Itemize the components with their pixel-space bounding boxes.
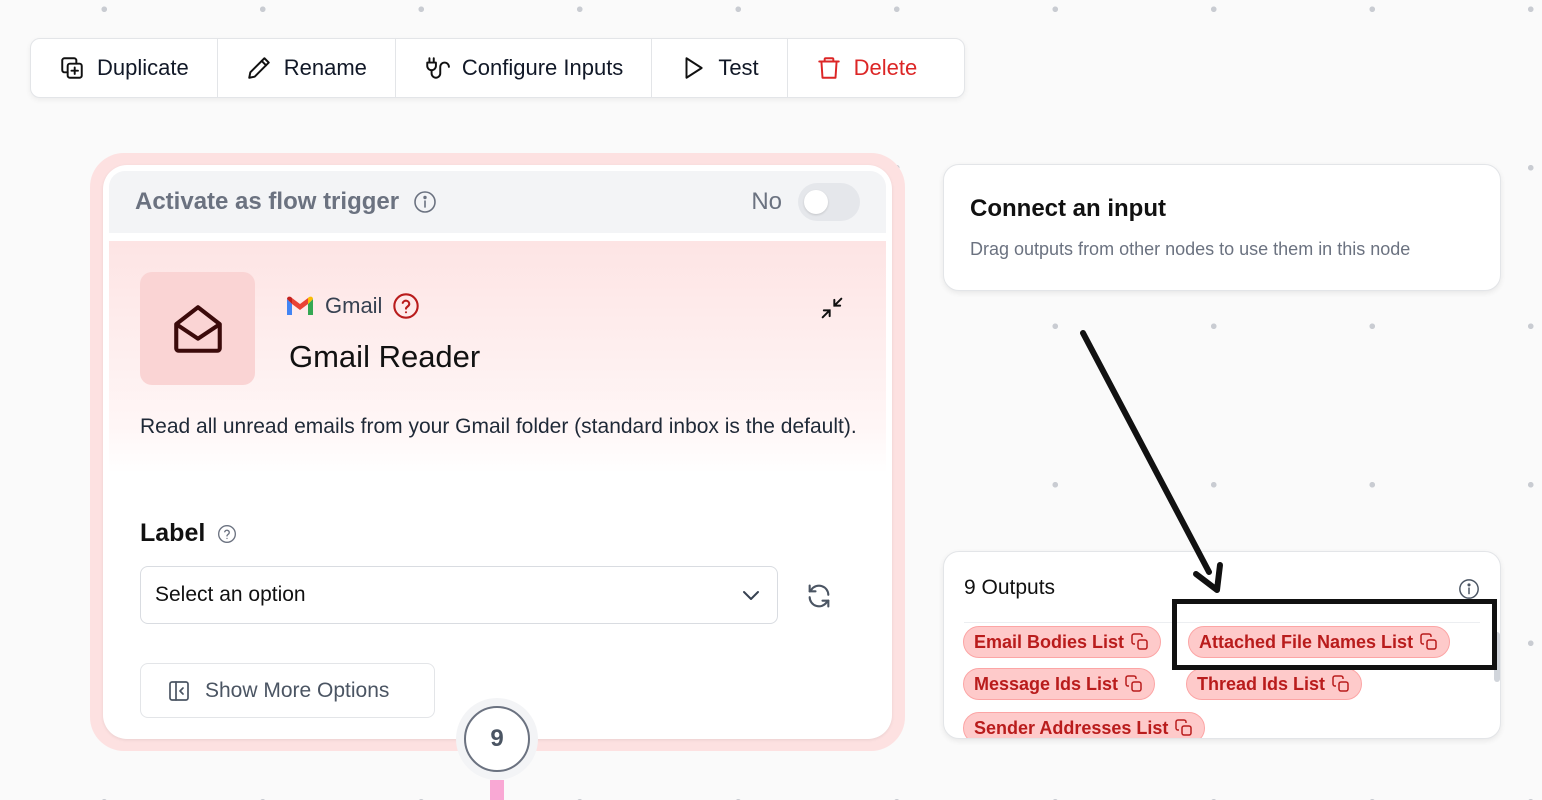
plug-icon — [426, 57, 450, 79]
output-chip-label: Thread Ids List — [1197, 673, 1326, 694]
show-more-options-label: Show More Options — [205, 678, 390, 702]
show-more-options-button[interactable]: Show More Options — [140, 663, 435, 718]
delete-button[interactable]: Delete — [788, 39, 946, 97]
pencil-icon — [247, 57, 270, 79]
trash-icon — [817, 57, 840, 79]
app-tile — [140, 272, 255, 385]
refresh-icon[interactable] — [805, 582, 833, 610]
copy-link-icon — [1125, 675, 1142, 692]
output-count-handle[interactable]: 9 — [456, 698, 538, 780]
flow-trigger-label: Activate as flow trigger — [135, 188, 400, 215]
duplicate-label: Duplicate — [97, 55, 189, 80]
output-chip-message-ids[interactable]: Message Ids List — [963, 668, 1156, 700]
sidebar-collapse-icon — [169, 680, 189, 701]
copy-link-icon — [1175, 719, 1193, 736]
label-select-value: Select an option — [155, 583, 306, 606]
outputs-divider — [964, 622, 1480, 623]
envelope-open-icon — [173, 304, 222, 353]
outputs-scrollbar[interactable] — [1494, 632, 1500, 682]
test-button[interactable]: Test — [652, 39, 788, 97]
play-icon — [685, 57, 703, 79]
connect-input-subtitle: Drag outputs from other nodes to use the… — [970, 239, 1411, 259]
output-count-badge: 9 — [464, 706, 530, 772]
rename-label: Rename — [283, 55, 367, 80]
output-chip-label: Email Bodies List — [974, 631, 1125, 652]
outputs-panel: 9 Outputs Email Bodies List Attached Fil… — [943, 551, 1501, 739]
copy-link-icon — [1332, 675, 1349, 692]
flow-trigger-toggle[interactable] — [798, 183, 860, 221]
output-chip-sender-addresses[interactable]: Sender Addresses List — [963, 712, 1206, 738]
help-icon[interactable] — [392, 292, 420, 320]
duplicate-icon — [61, 57, 83, 79]
collapse-icon[interactable] — [818, 294, 846, 322]
delete-label: Delete — [853, 55, 918, 80]
label-select[interactable]: Select an option — [140, 566, 778, 624]
connection-line — [490, 780, 504, 800]
flow-trigger-bar: Activate as flow trigger No — [109, 171, 886, 233]
node-description: Read all unread emails from your Gmail f… — [140, 415, 857, 438]
node-title: Gmail Reader — [289, 339, 481, 374]
output-chip-thread-ids[interactable]: Thread Ids List — [1186, 668, 1363, 700]
duplicate-button[interactable]: Duplicate — [31, 39, 218, 97]
configure-inputs-button[interactable]: Configure Inputs — [396, 39, 653, 97]
label-field-label: Label — [140, 519, 206, 547]
output-chip-email-bodies[interactable]: Email Bodies List — [963, 626, 1162, 658]
gmail-logo-icon — [287, 296, 313, 315]
outputs-title: 9 Outputs — [964, 576, 1056, 599]
help-icon[interactable] — [217, 524, 237, 544]
rename-button[interactable]: Rename — [218, 39, 396, 97]
output-chip-label: Attached File Names List — [1199, 631, 1414, 652]
gmail-reader-node[interactable]: Activate as flow trigger No Gmail Gmail … — [103, 165, 892, 739]
configure-inputs-label: Configure Inputs — [461, 55, 624, 80]
info-icon[interactable] — [1458, 578, 1480, 600]
copy-link-icon — [1131, 633, 1148, 650]
test-label: Test — [718, 55, 759, 80]
flow-trigger-state: No — [751, 188, 782, 215]
node-toolbar: Duplicate Rename Configure Inputs Test D… — [30, 38, 965, 98]
output-chip-label: Message Ids List — [974, 673, 1119, 694]
provider-name: Gmail — [325, 293, 383, 318]
output-chip-label: Sender Addresses List — [974, 717, 1169, 738]
provider-row: Gmail — [285, 292, 420, 320]
output-chip-attached-file-names[interactable]: Attached File Names List — [1188, 626, 1451, 658]
connect-input-title: Connect an input — [970, 195, 1166, 222]
chevron-down-icon — [743, 591, 759, 600]
info-icon[interactable] — [413, 190, 437, 214]
label-field-header: Label — [140, 519, 237, 548]
copy-link-icon — [1420, 633, 1437, 650]
connect-input-card[interactable]: Connect an input Drag outputs from other… — [943, 164, 1501, 291]
